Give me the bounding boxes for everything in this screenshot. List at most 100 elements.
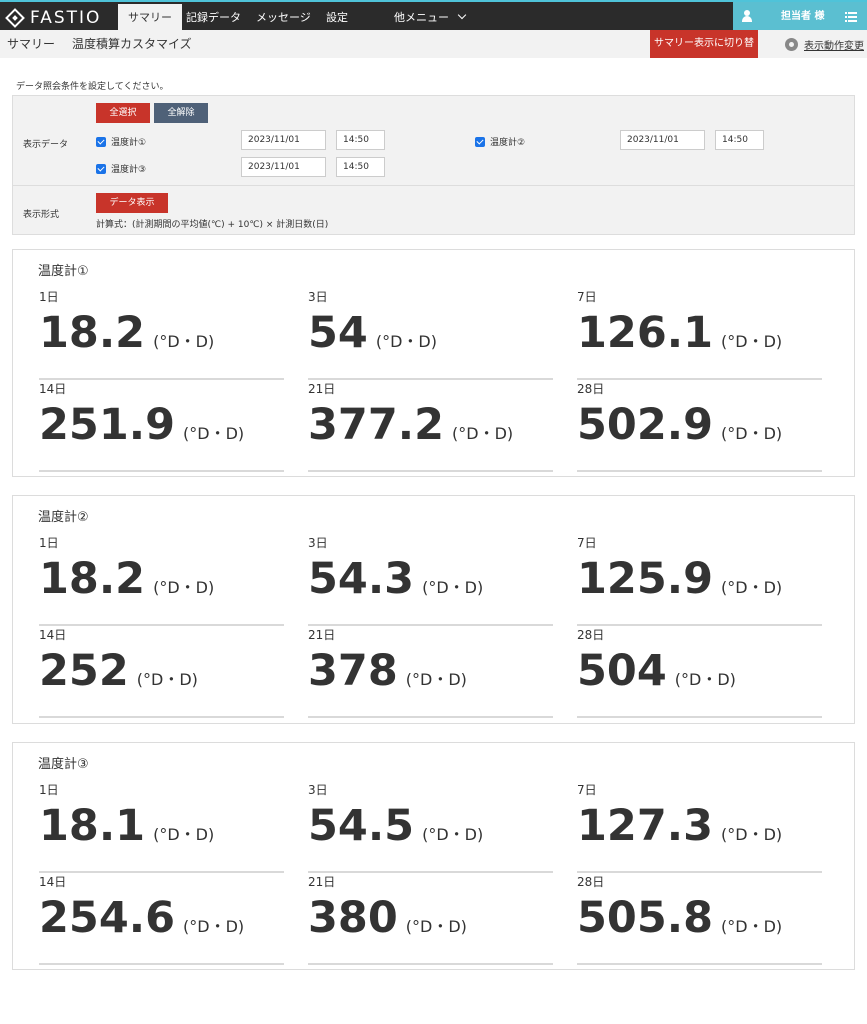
display-settings-link[interactable]: 表示動作変更 bbox=[785, 30, 864, 58]
metric-value: 252 bbox=[39, 646, 129, 696]
metric-21d: 21日 378 (°D・D) bbox=[308, 626, 553, 718]
metric-3d: 3日 54.3 (°D・D) bbox=[308, 534, 553, 626]
metric-value: 505.8 bbox=[577, 893, 714, 943]
metric-unit: (°D・D) bbox=[183, 424, 245, 443]
metric-value: 504 bbox=[577, 646, 667, 696]
sensor-3-date-input[interactable]: 2023/11/01 bbox=[241, 157, 326, 177]
metric-unit: (°D・D) bbox=[136, 670, 198, 689]
metric-unit: (°D・D) bbox=[375, 332, 437, 351]
tab-records[interactable]: 記録データ bbox=[176, 4, 251, 32]
show-data-button[interactable]: データ表示 bbox=[96, 193, 168, 213]
fastio-logo[interactable]: FASTIO bbox=[5, 7, 102, 29]
metric-unit: (°D・D) bbox=[153, 578, 215, 597]
metric-label: 7日 bbox=[577, 290, 597, 304]
metric-value: 127.3 bbox=[577, 801, 714, 851]
metric-unit: (°D・D) bbox=[153, 332, 215, 351]
condition-panel: 表示データ 全選択 全解除 温度計① 2023/11/01 14:50 温度計②… bbox=[12, 95, 855, 235]
metric-21d: 21日 377.2 (°D・D) bbox=[308, 380, 553, 472]
metric-value: 18.2 bbox=[39, 554, 146, 604]
instruction-text: データ照会条件を設定してください。 bbox=[16, 82, 169, 92]
tab-summary[interactable]: サマリー bbox=[118, 4, 182, 32]
metric-unit: (°D・D) bbox=[674, 670, 736, 689]
tab-other-menu-label: 他メニュー bbox=[394, 11, 449, 24]
display-data-label: 表示データ bbox=[23, 140, 69, 150]
metric-label: 3日 bbox=[308, 783, 328, 797]
metric-1d: 1日 18.1 (°D・D) bbox=[39, 781, 284, 873]
tab-messages[interactable]: メッセージ bbox=[246, 4, 321, 32]
metric-label: 7日 bbox=[577, 783, 597, 797]
chevron-down-icon bbox=[457, 10, 467, 20]
metric-label: 28日 bbox=[577, 875, 605, 889]
logo-diamond-icon bbox=[5, 8, 25, 28]
metric-unit: (°D・D) bbox=[721, 578, 783, 597]
metric-28d: 28日 502.9 (°D・D) bbox=[577, 380, 822, 472]
metric-unit: (°D・D) bbox=[721, 424, 783, 443]
display-settings-label: 表示動作変更 bbox=[804, 40, 864, 52]
metric-value: 251.9 bbox=[39, 400, 176, 450]
metric-label: 1日 bbox=[39, 536, 59, 550]
metric-value: 54.3 bbox=[308, 554, 415, 604]
sensor-2-checkbox[interactable] bbox=[475, 137, 485, 147]
card-title: 温度計① bbox=[38, 264, 89, 279]
metric-label: 3日 bbox=[308, 536, 328, 550]
formula-text: 計算式：(計測期間の平均値(℃) + 10℃) × 計測日数(日) bbox=[96, 220, 329, 230]
sensor-card-3: 温度計③ 1日 18.1 (°D・D) 3日 54.5 (°D・D) 7日 127.… bbox=[12, 742, 855, 970]
user-menu[interactable]: 担当者 様 bbox=[733, 2, 867, 32]
sensor-2-label: 温度計② bbox=[490, 138, 526, 148]
metric-value: 254.6 bbox=[39, 893, 176, 943]
metric-14d: 14日 252 (°D・D) bbox=[39, 626, 284, 718]
sensor-2-date-input[interactable]: 2023/11/01 bbox=[620, 130, 705, 150]
display-format-label: 表示形式 bbox=[23, 210, 60, 220]
metric-value: 18.1 bbox=[39, 801, 146, 851]
metric-value: 125.9 bbox=[577, 554, 714, 604]
metric-label: 28日 bbox=[577, 382, 605, 396]
metric-1d: 1日 18.2 (°D・D) bbox=[39, 534, 284, 626]
switch-to-summary-button[interactable]: サマリー表示に切り替え bbox=[650, 30, 758, 77]
top-navigation-bar: FASTIO サマリー 記録データ メッセージ 設定 他メニュー 担当者 様 bbox=[0, 0, 867, 32]
metric-label: 21日 bbox=[308, 382, 336, 396]
panel-divider bbox=[13, 185, 854, 186]
gear-icon bbox=[785, 37, 798, 51]
sensor-3-time-input[interactable]: 14:50 bbox=[336, 157, 385, 177]
tab-other-menu[interactable]: 他メニュー bbox=[384, 4, 475, 32]
user-name: 担当者 様 bbox=[781, 11, 825, 22]
metric-28d: 28日 505.8 (°D・D) bbox=[577, 873, 822, 965]
breadcrumb-summary[interactable]: サマリー bbox=[7, 30, 55, 58]
sensor-3-checkbox[interactable] bbox=[96, 164, 106, 174]
user-icon bbox=[741, 10, 753, 22]
sensor-2-time-input[interactable]: 14:50 bbox=[715, 130, 764, 150]
sensor-1-time-input[interactable]: 14:50 bbox=[336, 130, 385, 150]
tab-settings[interactable]: 設定 bbox=[316, 4, 358, 32]
metric-unit: (°D・D) bbox=[422, 578, 484, 597]
brand-name: FASTIO bbox=[30, 8, 102, 28]
sensor-1-checkbox[interactable] bbox=[96, 137, 106, 147]
metric-label: 21日 bbox=[308, 875, 336, 889]
metric-7d: 7日 125.9 (°D・D) bbox=[577, 534, 822, 626]
metric-28d: 28日 504 (°D・D) bbox=[577, 626, 822, 718]
menu-list-icon[interactable] bbox=[845, 12, 857, 22]
metric-14d: 14日 254.6 (°D・D) bbox=[39, 873, 284, 965]
metric-value: 378 bbox=[308, 646, 398, 696]
metric-value: 377.2 bbox=[308, 400, 445, 450]
sensor-3-label: 温度計③ bbox=[111, 165, 147, 175]
select-all-button[interactable]: 全選択 bbox=[96, 103, 150, 123]
metric-label: 21日 bbox=[308, 628, 336, 642]
metric-unit: (°D・D) bbox=[721, 825, 783, 844]
metric-label: 14日 bbox=[39, 628, 67, 642]
sensor-1-label: 温度計① bbox=[111, 138, 147, 148]
metric-1d: 1日 18.2 (°D・D) bbox=[39, 288, 284, 380]
metric-value: 54 bbox=[308, 308, 368, 358]
metric-value: 54.5 bbox=[308, 801, 415, 851]
metric-3d: 3日 54.5 (°D・D) bbox=[308, 781, 553, 873]
card-title: 温度計③ bbox=[38, 757, 89, 772]
metric-value: 380 bbox=[308, 893, 398, 943]
metric-value: 126.1 bbox=[577, 308, 714, 358]
sub-header: サマリー 温度積算カスタマイズ サマリー表示に切り替え 表示動作変更 bbox=[0, 30, 867, 77]
metric-unit: (°D・D) bbox=[405, 917, 467, 936]
metric-label: 14日 bbox=[39, 875, 67, 889]
deselect-all-button[interactable]: 全解除 bbox=[154, 103, 208, 123]
sensor-1-date-input[interactable]: 2023/11/01 bbox=[241, 130, 326, 150]
sensor-card-1: 温度計① 1日 18.2 (°D・D) 3日 54 (°D・D) 7日 126.1 (… bbox=[12, 249, 855, 477]
metric-label: 7日 bbox=[577, 536, 597, 550]
metric-14d: 14日 251.9 (°D・D) bbox=[39, 380, 284, 472]
